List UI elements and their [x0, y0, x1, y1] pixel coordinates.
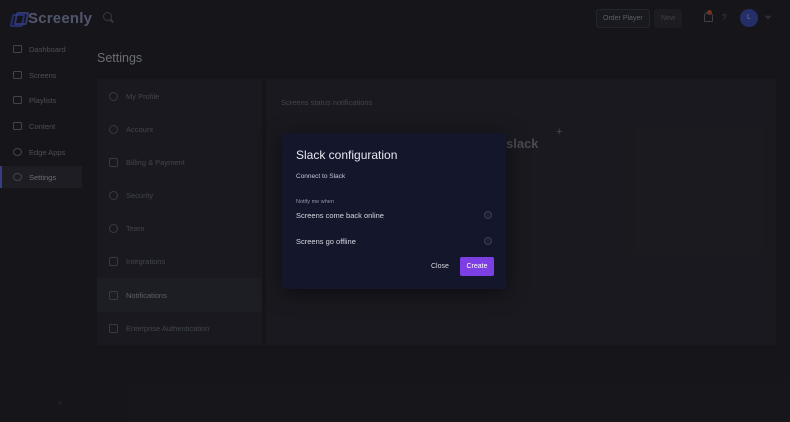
dialog-title: Slack configuration	[296, 148, 398, 162]
radio-go-offline[interactable]	[484, 237, 492, 245]
radio-come-back-online[interactable]	[484, 211, 492, 219]
create-button[interactable]: Create	[460, 257, 494, 276]
option-label: Screens go offline	[296, 236, 356, 246]
option-go-offline[interactable]: Screens go offline	[296, 234, 492, 248]
option-label: Screens come back online	[296, 210, 384, 220]
option-come-back-online[interactable]: Screens come back online	[296, 208, 492, 222]
notify-label: Notify me when	[296, 199, 334, 205]
dialog-subtitle: Connect to Slack	[296, 173, 346, 180]
slack-configuration-dialog: Slack configuration Connect to Slack Not…	[282, 133, 506, 289]
close-button[interactable]: Close	[424, 257, 456, 276]
